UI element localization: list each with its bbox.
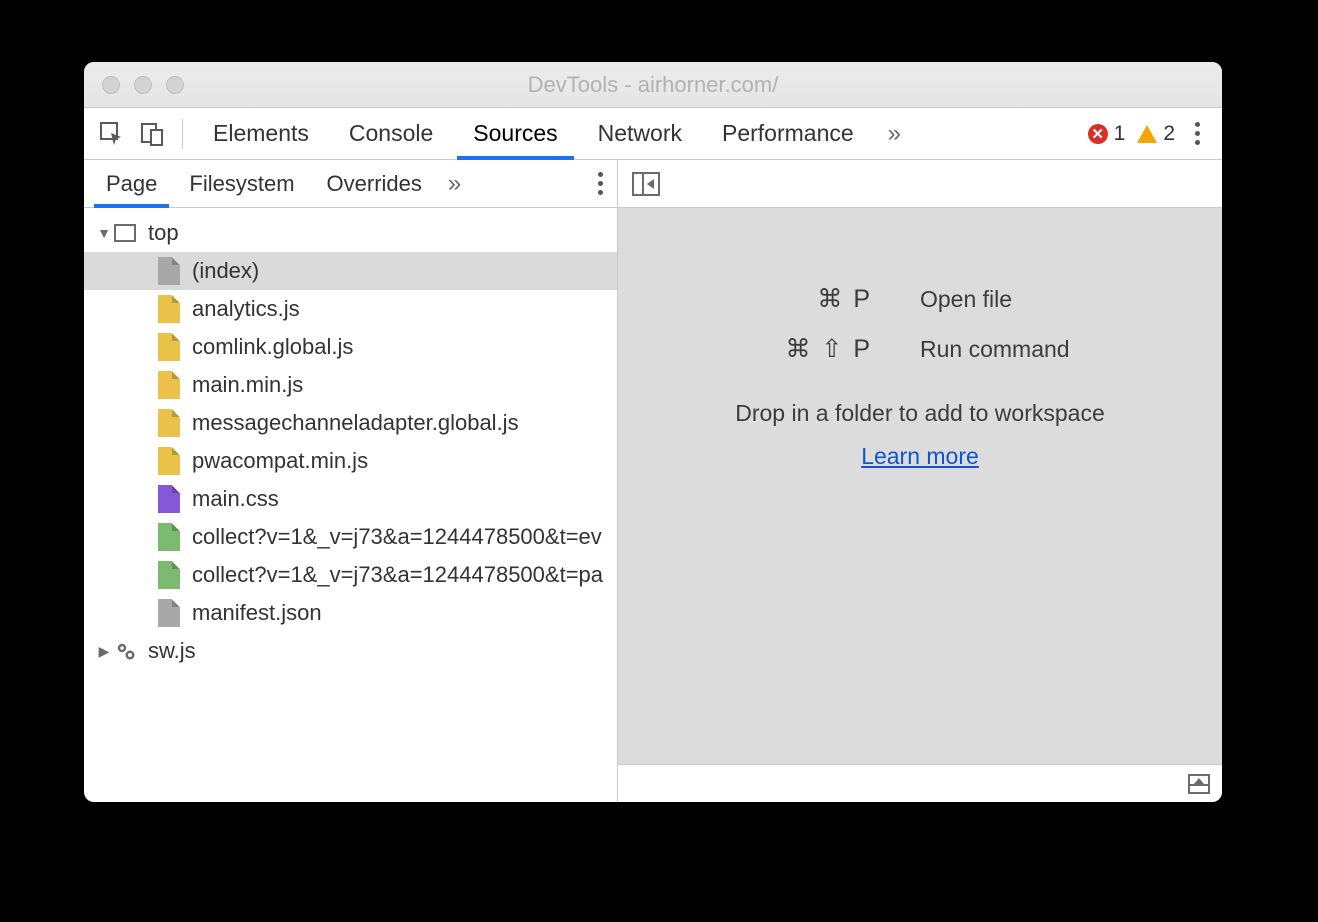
shortcut-label: Open file	[920, 286, 1160, 313]
frame-icon	[114, 224, 136, 242]
devtools-window: DevTools - airhorner.com/ ElementsConsol…	[84, 62, 1222, 802]
tree-file-row[interactable]: main.min.js	[84, 366, 617, 404]
tree-row-top[interactable]: ▼ top	[84, 214, 617, 252]
file-icon	[158, 333, 180, 361]
editor-footer	[618, 764, 1222, 802]
tree-row-sw[interactable]: ▶ sw.js	[84, 632, 617, 670]
tree-file-row[interactable]: collect?v=1&_v=j73&a=1244478500&t=ev	[84, 518, 617, 556]
main-tabbar: ElementsConsoleSourcesNetworkPerformance…	[84, 108, 1222, 160]
window-title: DevTools - airhorner.com/	[84, 72, 1222, 98]
file-name: analytics.js	[192, 296, 300, 322]
shortcut-open-file: ⌘ P Open file	[680, 284, 1160, 314]
warnings-indicator[interactable]: 2	[1137, 122, 1175, 146]
navigator-tab-filesystem[interactable]: Filesystem	[173, 160, 310, 207]
tree-label-top: top	[148, 220, 179, 246]
tab-network[interactable]: Network	[578, 108, 702, 159]
tree-file-row[interactable]: analytics.js	[84, 290, 617, 328]
minimize-window-button[interactable]	[134, 76, 152, 94]
file-name: main.min.js	[192, 372, 303, 398]
inspect-element-icon[interactable]	[97, 119, 127, 149]
file-name: pwacompat.min.js	[192, 448, 368, 474]
tab-elements[interactable]: Elements	[193, 108, 329, 159]
file-name: messagechanneladapter.global.js	[192, 410, 519, 436]
tab-performance[interactable]: Performance	[702, 108, 874, 159]
traffic-lights	[84, 76, 184, 94]
workspace-drop-hint: Drop in a folder to add to workspace	[735, 400, 1104, 427]
tree-file-row[interactable]: manifest.json	[84, 594, 617, 632]
error-count: 1	[1114, 122, 1126, 146]
tab-sources[interactable]: Sources	[453, 108, 577, 159]
tabs-overflow-icon[interactable]: »	[874, 120, 915, 148]
tree-file-row[interactable]: comlink.global.js	[84, 328, 617, 366]
service-worker-icon	[114, 639, 138, 663]
file-name: collect?v=1&_v=j73&a=1244478500&t=ev	[192, 524, 602, 550]
file-icon	[158, 523, 180, 551]
shortcut-keys: ⌘ ⇧ P	[680, 334, 920, 364]
file-icon	[158, 599, 180, 627]
tree-file-row[interactable]: collect?v=1&_v=j73&a=1244478500&t=pa	[84, 556, 617, 594]
tree-label-sw: sw.js	[148, 638, 196, 664]
warning-icon	[1137, 125, 1157, 143]
file-icon	[158, 371, 180, 399]
errors-indicator[interactable]: ✕ 1	[1088, 122, 1126, 146]
file-icon	[158, 561, 180, 589]
warning-count: 2	[1163, 122, 1175, 146]
navigator-overflow-icon[interactable]: »	[438, 170, 471, 198]
file-tree: ▼ top (index) analytics.js comlink.global.…	[84, 208, 617, 802]
sources-navigator: PageFilesystemOverrides » ▼ top (index) a…	[84, 160, 618, 802]
show-navigator-icon[interactable]	[632, 172, 660, 196]
shortcut-run-command: ⌘ ⇧ P Run command	[680, 334, 1160, 364]
file-name: manifest.json	[192, 600, 322, 626]
show-drawer-icon[interactable]	[1188, 774, 1210, 794]
file-name: main.css	[192, 486, 279, 512]
panel-body: PageFilesystemOverrides » ▼ top (index) a…	[84, 160, 1222, 802]
device-toolbar-icon[interactable]	[137, 119, 167, 149]
main-tabs: ElementsConsoleSourcesNetworkPerformance	[193, 108, 874, 159]
tree-file-row[interactable]: pwacompat.min.js	[84, 442, 617, 480]
main-menu-button[interactable]	[1181, 122, 1214, 145]
navigator-tab-overrides[interactable]: Overrides	[311, 160, 438, 207]
file-icon	[158, 257, 180, 285]
tree-file-row[interactable]: (index)	[84, 252, 617, 290]
error-icon: ✕	[1088, 124, 1108, 144]
learn-more-link[interactable]: Learn more	[861, 443, 979, 470]
editor-pane: ⌘ P Open file ⌘ ⇧ P Run command Drop in …	[618, 160, 1222, 802]
close-window-button[interactable]	[102, 76, 120, 94]
editor-header	[618, 160, 1222, 208]
file-icon	[158, 295, 180, 323]
file-name: (index)	[192, 258, 259, 284]
file-icon	[158, 447, 180, 475]
zoom-window-button[interactable]	[166, 76, 184, 94]
shortcut-label: Run command	[920, 336, 1160, 363]
editor-placeholder: ⌘ P Open file ⌘ ⇧ P Run command Drop in …	[618, 208, 1222, 764]
navigator-tab-page[interactable]: Page	[90, 160, 173, 207]
tree-file-row[interactable]: main.css	[84, 480, 617, 518]
tree-file-row[interactable]: messagechanneladapter.global.js	[84, 404, 617, 442]
file-name: collect?v=1&_v=j73&a=1244478500&t=pa	[192, 562, 603, 588]
tab-console[interactable]: Console	[329, 108, 453, 159]
shortcut-keys: ⌘ P	[680, 284, 920, 314]
navigator-tabs: PageFilesystemOverrides »	[84, 160, 617, 208]
disclosure-triangle-icon[interactable]: ▶	[96, 643, 112, 660]
file-name: comlink.global.js	[192, 334, 353, 360]
navigator-menu-button[interactable]	[584, 172, 617, 195]
file-icon	[158, 409, 180, 437]
file-icon	[158, 485, 180, 513]
disclosure-triangle-icon[interactable]: ▼	[96, 225, 112, 241]
titlebar: DevTools - airhorner.com/	[84, 62, 1222, 108]
divider	[182, 119, 183, 149]
